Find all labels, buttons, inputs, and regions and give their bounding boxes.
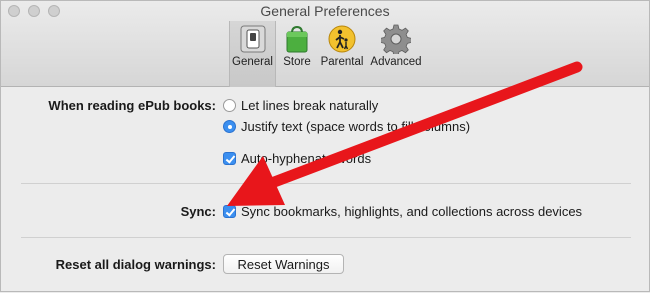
- annotation-arrow: [227, 61, 583, 206]
- preferences-window: General Preferences General Store Parent…: [0, 0, 650, 292]
